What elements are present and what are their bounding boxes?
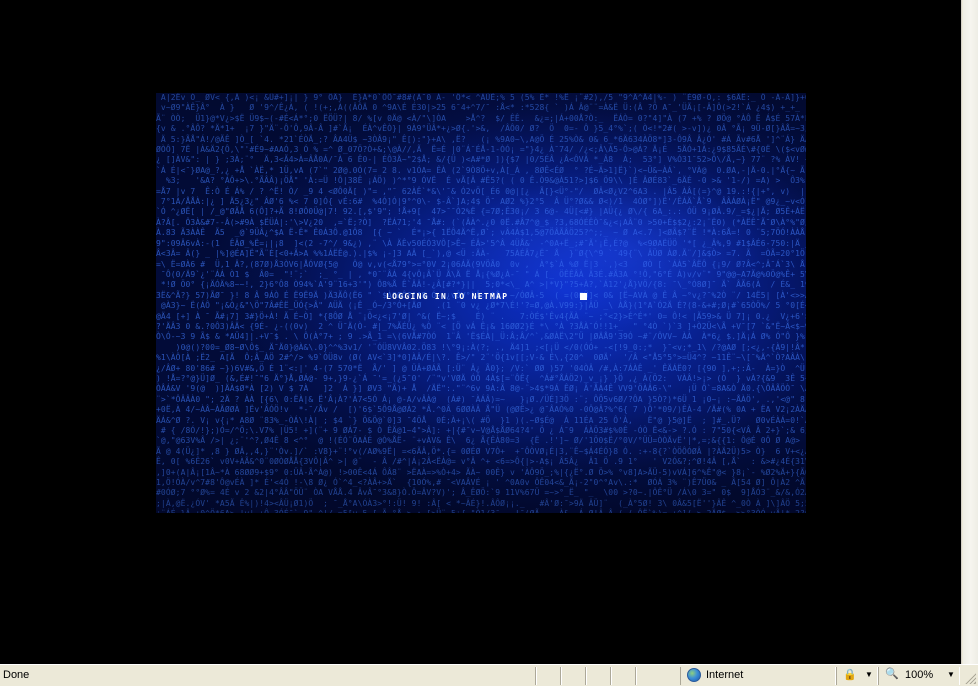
status-bar: Done Internet 🔒 ▼ 🔍 100% ▼	[0, 664, 978, 686]
status-divider	[535, 667, 537, 685]
lock-icon: 🔒	[843, 669, 857, 681]
chevron-down-icon[interactable]: ▼	[865, 670, 873, 679]
status-divider	[610, 667, 612, 685]
security-zone-pane[interactable]: Internet	[680, 667, 836, 685]
magnifier-icon: 🔍	[885, 668, 899, 680]
chevron-down-icon[interactable]: ▼	[947, 670, 955, 679]
status-divider	[585, 667, 587, 685]
scrollbar-track[interactable]	[963, 0, 978, 664]
login-status-message: LOGGING IN TO NETMAP	[386, 292, 509, 301]
resize-grip[interactable]	[964, 672, 976, 684]
blinking-cursor	[580, 293, 587, 300]
netmap-login-splash: A|2Ëv Ó_ ØV< {,Â )<¡ &Ü#+]¡| } 9° ÖÂ} É}…	[156, 93, 806, 513]
status-divider	[560, 667, 562, 685]
status-divider	[635, 667, 637, 685]
zone-label: Internet	[706, 669, 744, 681]
status-text: Done	[3, 669, 30, 681]
protected-mode-pane[interactable]: 🔒 ▼	[836, 667, 878, 685]
vertical-scrollbar[interactable]	[961, 0, 978, 664]
zoom-level: 100%	[905, 669, 934, 681]
globe-icon	[687, 668, 701, 682]
splash-glow-overlay	[156, 93, 806, 513]
zoom-pane[interactable]: 🔍 100% ▼	[878, 667, 960, 685]
browser-content-area: A|2Ëv Ó_ ØV< {,Â )<¡ &Ü#+]¡| } 9° ÖÂ} É}…	[0, 0, 961, 664]
